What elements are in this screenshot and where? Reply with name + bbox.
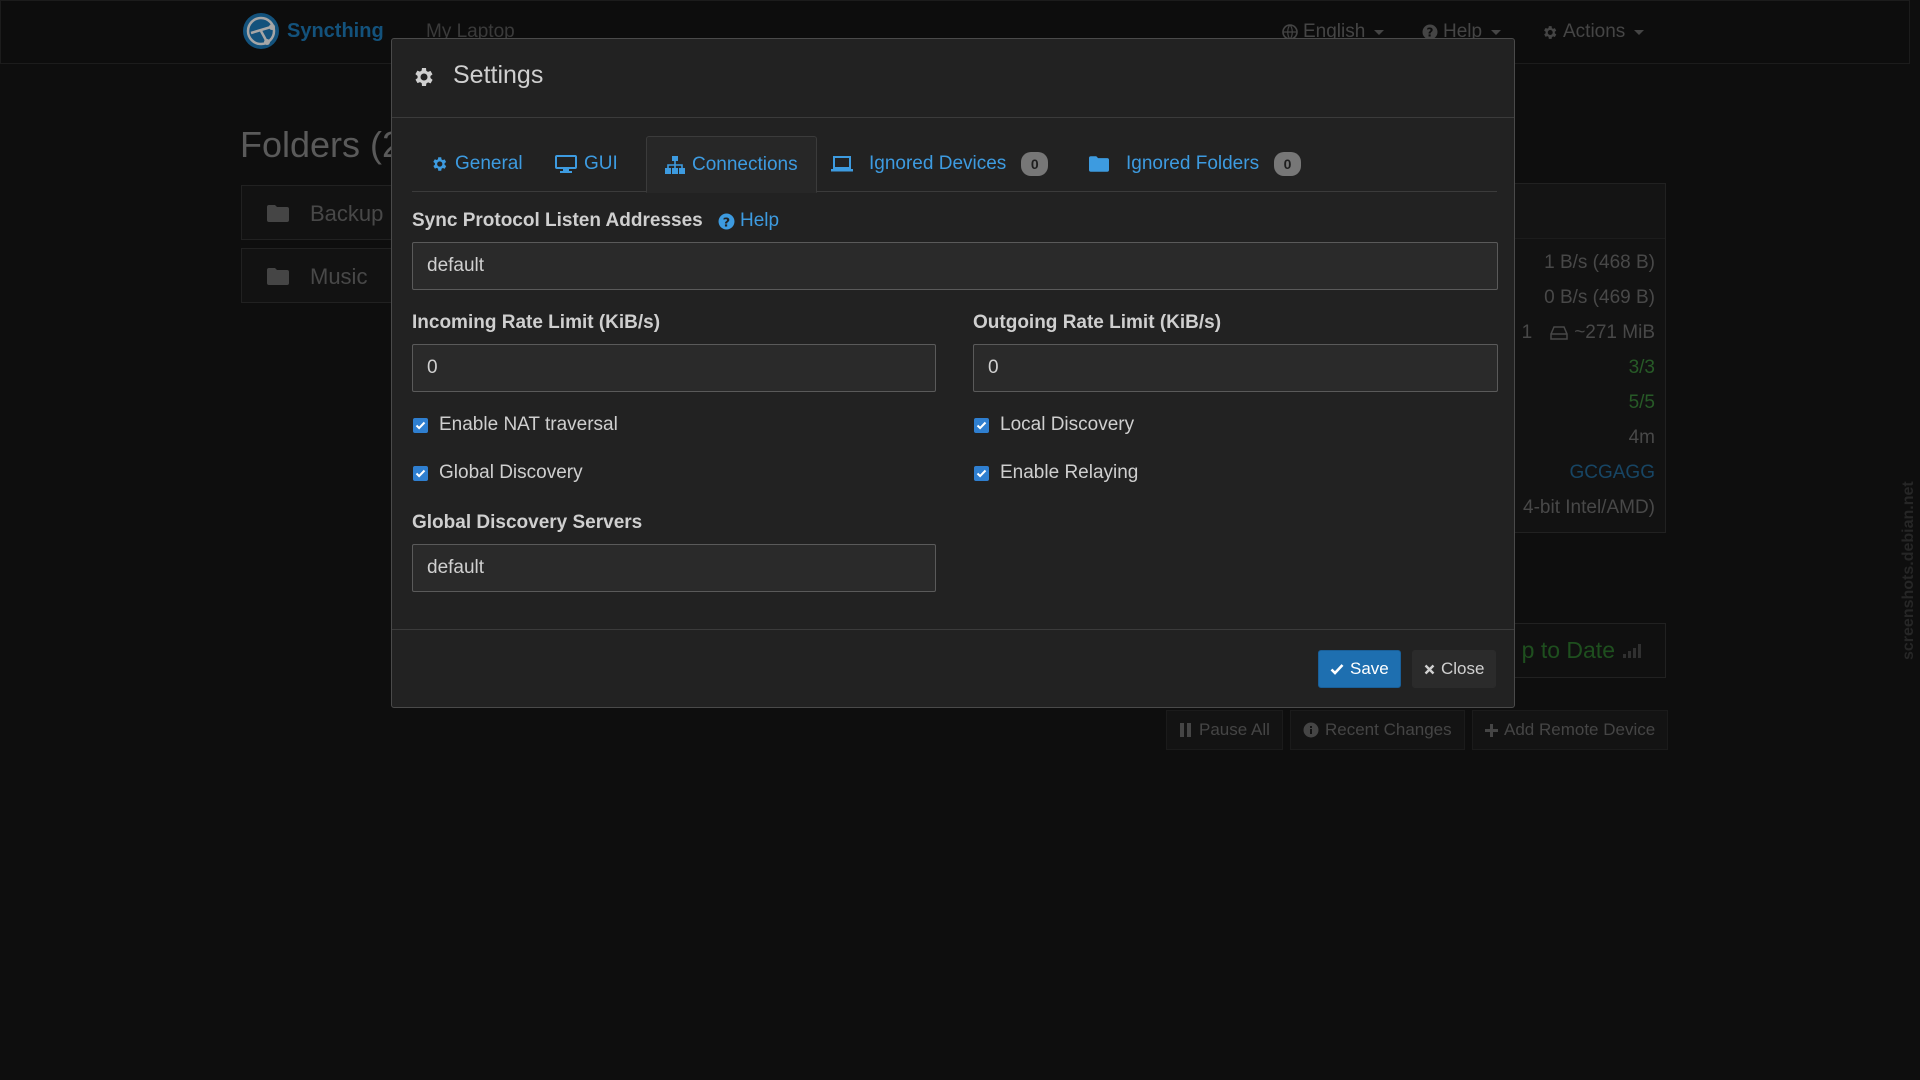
nat-traversal-checkbox[interactable]: Enable NAT traversal bbox=[413, 414, 618, 436]
gear-icon bbox=[433, 157, 447, 171]
tab-label: General bbox=[455, 153, 523, 174]
svg-text:?: ? bbox=[723, 215, 730, 230]
global-discovery-label: Global Discovery bbox=[439, 462, 583, 483]
help-link-label: Help bbox=[740, 210, 780, 231]
tab-gui[interactable]: GUI bbox=[537, 136, 636, 192]
checkbox-checked-icon[interactable] bbox=[974, 417, 989, 433]
tab-label: Connections bbox=[692, 153, 798, 175]
tab-connections[interactable]: Connections bbox=[646, 136, 817, 193]
discovery-servers-input[interactable] bbox=[412, 544, 936, 592]
incoming-rate-input[interactable] bbox=[412, 344, 936, 392]
tab-label: Ignored Devices bbox=[869, 153, 1007, 174]
folder-icon bbox=[1089, 156, 1109, 172]
checkbox-checked-icon[interactable] bbox=[413, 417, 428, 433]
question-circle-icon: ? bbox=[718, 213, 735, 230]
tab-ignored-folders[interactable]: Ignored Folders 0 bbox=[1071, 136, 1319, 192]
ignored-devices-count-badge: 0 bbox=[1021, 152, 1049, 176]
relaying-label: Enable Relaying bbox=[1000, 462, 1139, 483]
laptop-icon bbox=[831, 156, 853, 172]
discovery-servers-label: Global Discovery Servers bbox=[412, 512, 643, 533]
local-discovery-checkbox[interactable]: Local Discovery bbox=[974, 414, 1134, 436]
close-button[interactable]: Close bbox=[1412, 650, 1497, 688]
check-icon bbox=[1330, 664, 1344, 675]
global-discovery-checkbox[interactable]: Global Discovery bbox=[413, 462, 583, 484]
tab-general[interactable]: General bbox=[412, 136, 541, 192]
close-label: Close bbox=[1441, 659, 1485, 678]
settings-tabs: General GUI Connections Ignored Devices … bbox=[412, 136, 1497, 193]
save-label: Save bbox=[1350, 659, 1389, 678]
tab-label: GUI bbox=[584, 153, 618, 174]
listen-addresses-input[interactable] bbox=[412, 242, 1498, 290]
desktop-icon bbox=[555, 155, 577, 173]
tab-label: Ignored Folders bbox=[1126, 153, 1260, 174]
local-discovery-label: Local Discovery bbox=[1000, 414, 1135, 435]
close-icon bbox=[1424, 664, 1435, 674]
modal-footer-divider bbox=[392, 629, 1514, 630]
modal-header: Settings bbox=[392, 39, 1514, 118]
sitemap-icon bbox=[665, 155, 685, 174]
listen-addresses-help-link[interactable]: ? Help bbox=[718, 210, 779, 232]
relaying-checkbox[interactable]: Enable Relaying bbox=[974, 462, 1138, 484]
checkbox-checked-icon[interactable] bbox=[413, 465, 428, 481]
gear-icon bbox=[415, 68, 433, 86]
save-button[interactable]: Save bbox=[1318, 650, 1401, 688]
listen-addresses-label: Sync Protocol Listen Addresses bbox=[412, 210, 703, 231]
settings-modal: Settings General GUI Connections Ignored… bbox=[391, 38, 1515, 708]
modal-title: Settings bbox=[453, 61, 544, 89]
checkbox-checked-icon[interactable] bbox=[974, 465, 989, 481]
outgoing-rate-label: Outgoing Rate Limit (KiB/s) bbox=[973, 312, 1222, 333]
ignored-folders-count-badge: 0 bbox=[1274, 152, 1302, 176]
tab-ignored-devices[interactable]: Ignored Devices 0 bbox=[813, 136, 1066, 192]
outgoing-rate-input[interactable] bbox=[973, 344, 1498, 392]
incoming-rate-label: Incoming Rate Limit (KiB/s) bbox=[412, 312, 661, 333]
nat-traversal-label: Enable NAT traversal bbox=[439, 414, 618, 435]
